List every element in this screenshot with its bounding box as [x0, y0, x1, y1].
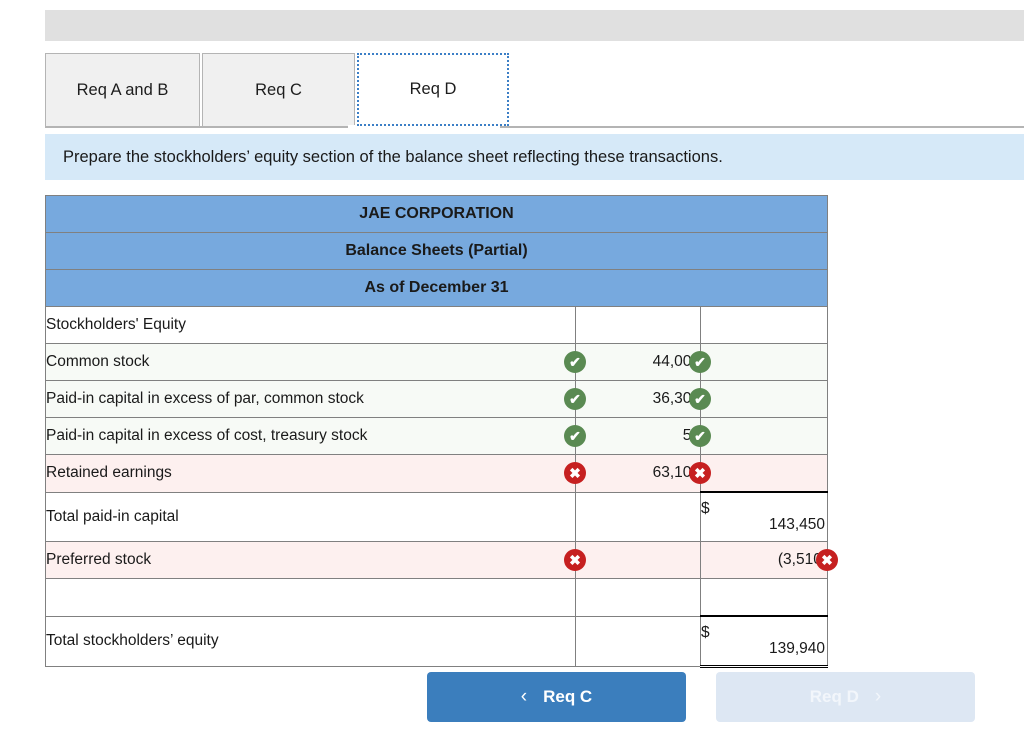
row-mid-cell[interactable]: 63,100 ✖ — [575, 454, 711, 493]
row-label-cell[interactable]: Common stock ✔ — [45, 343, 586, 381]
table-row: Total stockholders’ equity $ 139,940 — [45, 615, 828, 668]
tab-label: Req A and B — [76, 80, 169, 99]
navigation-buttons: ‹ Req C Req D › — [427, 672, 975, 722]
row-amount: 63,100 — [652, 464, 700, 482]
row-mid-cell[interactable] — [575, 615, 701, 667]
row-right-cell[interactable]: (3,510) ✖ — [700, 541, 838, 579]
row-label-cell[interactable]: Paid-in capital in excess of par, common… — [45, 380, 586, 418]
balance-sheet-table: JAE CORPORATION Balance Sheets (Partial)… — [45, 195, 838, 668]
check-icon: ✔ — [564, 388, 586, 410]
row-label-cell[interactable]: Preferred stock ✖ — [45, 541, 586, 579]
row-right-cell[interactable] — [700, 454, 828, 493]
cross-icon: ✖ — [689, 462, 711, 485]
instruction-text: Prepare the stockholders’ equity section… — [63, 147, 723, 166]
row-label-cell[interactable]: Total stockholders’ equity — [45, 615, 576, 667]
sheet-title-row: JAE CORPORATION — [45, 195, 828, 233]
cross-icon: ✖ — [564, 462, 586, 485]
row-right-cell[interactable] — [700, 306, 828, 344]
row-label: Paid-in capital in excess of cost, treas… — [46, 427, 368, 444]
row-label-cell[interactable] — [45, 578, 576, 617]
row-right-cell[interactable] — [700, 578, 828, 617]
check-icon: ✔ — [689, 388, 711, 410]
prev-button-label: Req C — [543, 687, 593, 706]
row-right-cell[interactable] — [700, 343, 828, 381]
row-label: Preferred stock — [46, 551, 152, 568]
row-label-cell[interactable]: Retained earnings ✖ — [45, 454, 586, 493]
row-label: Paid-in capital in excess of par, common… — [46, 390, 364, 407]
company-name: JAE CORPORATION — [45, 195, 828, 233]
row-right-cell[interactable] — [700, 380, 828, 418]
table-row: Preferred stock ✖ (3,510) ✖ — [45, 541, 838, 579]
tab-label: Req D — [409, 80, 457, 98]
cross-icon: ✖ — [816, 549, 838, 571]
row-right-cell[interactable]: $ 143,450 — [700, 491, 828, 542]
row-right-cell[interactable]: $ 139,940 — [700, 615, 828, 668]
table-row: Paid-in capital in excess of cost, treas… — [45, 417, 828, 455]
requirement-tab-bar: Req A and B Req C Req D — [45, 53, 511, 128]
tab-bar-underline — [45, 126, 1024, 128]
chevron-right-icon: › — [874, 686, 882, 707]
check-icon: ✔ — [564, 351, 586, 373]
row-label: Retained earnings — [46, 464, 172, 482]
row-label: Stockholders' Equity — [46, 316, 186, 333]
row-amount: (3,510) — [777, 551, 827, 568]
table-row: Paid-in capital in excess of par, common… — [45, 380, 828, 418]
row-amount: 143,450 — [768, 516, 825, 533]
row-label: Total paid-in capital — [46, 507, 179, 525]
row-mid-cell[interactable] — [575, 578, 701, 617]
row-amount: 36,300 — [652, 390, 700, 407]
tab-req-c[interactable]: Req C — [202, 53, 355, 126]
sheet-date-row: As of December 31 — [45, 269, 828, 307]
row-mid-cell[interactable] — [575, 306, 701, 344]
row-mid-cell[interactable] — [575, 541, 701, 579]
table-row: Stockholders' Equity — [45, 306, 828, 344]
currency-symbol: $ — [701, 499, 710, 517]
next-req-d-button[interactable]: Req D › — [716, 672, 975, 722]
currency-symbol: $ — [701, 623, 710, 641]
row-amount: 44,000 — [652, 353, 700, 370]
table-row: Common stock ✔ $ 44,000 ✔ — [45, 343, 828, 381]
row-label-cell[interactable]: Paid-in capital in excess of cost, treas… — [45, 417, 586, 455]
row-right-cell[interactable] — [700, 417, 828, 455]
row-label-cell[interactable]: Total paid-in capital — [45, 491, 576, 542]
top-gray-bar — [45, 10, 1024, 41]
row-mid-cell[interactable]: 36,300 ✔ — [575, 380, 711, 418]
row-mid-cell[interactable]: $ 44,000 ✔ — [575, 343, 711, 381]
row-label-cell[interactable]: Stockholders' Equity — [45, 306, 576, 344]
row-label: Common stock — [46, 353, 150, 370]
row-amount: 139,940 — [768, 640, 825, 657]
check-icon: ✔ — [689, 425, 711, 447]
tab-req-a-and-b[interactable]: Req A and B — [45, 53, 200, 126]
sheet-subtitle-row: Balance Sheets (Partial) — [45, 232, 828, 270]
row-mid-cell[interactable]: 50 ✔ — [575, 417, 711, 455]
row-amount: 50 — [576, 427, 700, 445]
check-icon: ✔ — [564, 425, 586, 447]
check-icon: ✔ — [689, 351, 711, 373]
tab-req-d[interactable]: Req D — [357, 53, 509, 126]
statement-name: Balance Sheets (Partial) — [45, 232, 828, 270]
instruction-banner: Prepare the stockholders’ equity section… — [45, 134, 1024, 180]
table-row: Total paid-in capital $ 143,450 — [45, 491, 828, 542]
cross-icon: ✖ — [564, 549, 586, 571]
prev-req-c-button[interactable]: ‹ Req C — [427, 672, 686, 722]
exercise-page: Req A and B Req C Req D Prepare the stoc… — [0, 0, 1024, 755]
chevron-left-icon: ‹ — [520, 686, 528, 707]
statement-date: As of December 31 — [45, 269, 828, 307]
table-row — [45, 578, 828, 617]
tab-label: Req C — [255, 80, 302, 99]
table-row: Retained earnings ✖ 63,100 ✖ — [45, 454, 828, 493]
next-button-label: Req D — [809, 687, 859, 706]
row-mid-cell[interactable] — [575, 491, 701, 542]
row-label: Total stockholders’ equity — [46, 632, 219, 650]
